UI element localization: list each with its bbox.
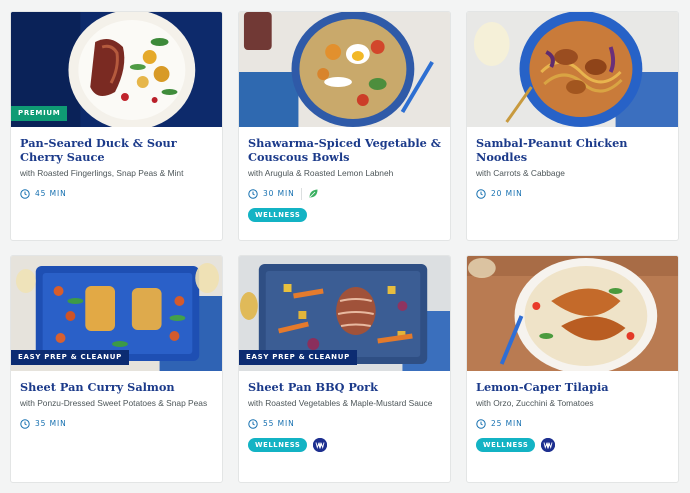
couscous-bowl-image (239, 12, 450, 127)
wellness-badge: WELLNESS (248, 438, 308, 452)
recipe-title[interactable]: Sambal-Peanut Chicken Noodles (476, 136, 670, 164)
recipe-subtitle: with Roasted Fingerlings, Snap Peas & Mi… (20, 168, 184, 178)
recipe-card[interactable]: PREMIUM Pan-Seared Duck & Sour Cherry Sa… (10, 11, 223, 241)
recipe-card[interactable]: Lemon-Caper Tilapia with Orzo, Zucchini … (466, 255, 679, 483)
recipe-photo[interactable] (467, 256, 678, 371)
chicken-noodles-image (467, 12, 678, 127)
clock-icon (20, 418, 30, 429)
recipe-subtitle: with Roasted Vegetables & Maple-Mustard … (248, 398, 433, 408)
recipe-photo[interactable] (239, 12, 450, 127)
recipe-card[interactable]: EASY PREP & CLEANUP Sheet Pan Curry Salm… (10, 255, 223, 483)
easy-prep-tag: EASY PREP & CLEANUP (239, 350, 357, 365)
recipe-title[interactable]: Lemon-Caper Tilapia (476, 380, 670, 394)
recipe-title[interactable]: Sheet Pan BBQ Pork (248, 380, 442, 394)
recipe-card[interactable]: Sambal-Peanut Chicken Noodles with Carro… (466, 11, 679, 241)
premium-tag: PREMIUM (11, 106, 68, 121)
recipe-title[interactable]: Pan-Seared Duck & Sour Cherry Sauce (20, 136, 214, 164)
easy-prep-tag: EASY PREP & CLEANUP (11, 350, 129, 365)
cook-time: 25 MIN (476, 418, 670, 429)
clock-icon (248, 188, 258, 199)
cook-time: 20 MIN (476, 188, 670, 199)
recipe-subtitle: with Ponzu-Dressed Sweet Potatoes & Snap… (20, 398, 208, 408)
cook-time-label: 25 MIN (491, 419, 523, 428)
ww-icon (541, 438, 556, 452)
cook-time: 30 MIN (248, 187, 442, 200)
cook-time: 35 MIN (20, 418, 214, 429)
cook-time-label: 45 MIN (35, 189, 67, 198)
wellness-badge: WELLNESS (476, 438, 536, 452)
cook-time-label: 20 MIN (491, 189, 523, 198)
recipe-photo[interactable]: EASY PREP & CLEANUP (239, 256, 450, 371)
cook-time: 45 MIN (20, 188, 214, 199)
leaf-icon (309, 189, 318, 198)
recipe-photo[interactable]: PREMIUM (11, 12, 222, 127)
clock-icon (20, 188, 30, 199)
recipe-photo[interactable] (467, 12, 678, 127)
recipe-card[interactable]: EASY PREP & CLEANUP Sheet Pan BBQ Pork w… (238, 255, 451, 483)
clock-icon (476, 418, 486, 429)
recipe-subtitle: with Orzo, Zucchini & Tomatoes (476, 398, 594, 408)
recipe-subtitle: with Carrots & Cabbage (476, 168, 565, 178)
clock-icon (248, 418, 258, 429)
clock-icon (476, 188, 486, 199)
cook-time-label: 30 MIN (263, 189, 295, 198)
ww-icon (313, 438, 328, 452)
cook-time: 55 MIN (248, 418, 442, 429)
recipe-card[interactable]: Shawarma-Spiced Vegetable & Couscous Bow… (238, 11, 451, 241)
recipe-photo[interactable]: EASY PREP & CLEANUP (11, 256, 222, 371)
recipe-subtitle: with Arugula & Roasted Lemon Labneh (248, 168, 394, 178)
cook-time-label: 35 MIN (35, 419, 67, 428)
recipe-title[interactable]: Shawarma-Spiced Vegetable & Couscous Bow… (248, 136, 442, 164)
wellness-badge: WELLNESS (248, 208, 308, 222)
cook-time-label: 55 MIN (263, 419, 295, 428)
tilapia-dish-image (467, 256, 678, 371)
recipe-title[interactable]: Sheet Pan Curry Salmon (20, 380, 214, 394)
divider (300, 187, 302, 200)
